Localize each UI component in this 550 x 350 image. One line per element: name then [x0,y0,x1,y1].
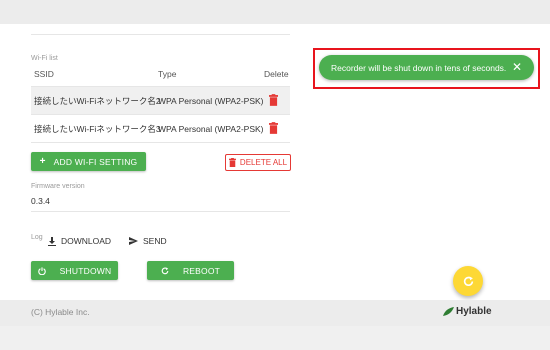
type-cell: WPA Personal (WPA2-PSK) [158,95,264,106]
add-wifi-setting-label: ADD WI-FI SETTING [53,156,138,167]
log-label: Log [31,234,43,241]
refresh-icon [463,276,473,286]
wifi-list-label: Wi-Fi list [31,55,58,62]
row-divider [31,142,290,143]
firmware-divider [31,211,290,212]
type-cell: WPA Personal (WPA2-PSK) [158,123,264,134]
trash-icon[interactable] [269,94,278,106]
download-label: DOWNLOAD [61,236,112,246]
delete-all-label: DELETE ALL [239,158,288,167]
brand-name: Hylable [456,306,492,317]
ssid-cell: 接続したいWi-Fiネットワーク名3 [34,123,161,134]
table-row: 接続したいWi-Fiネットワーク名2 WPA Personal (WPA2-PS… [31,87,290,114]
refresh-fab[interactable] [453,266,483,296]
copyright-text: (C) Hylable Inc. [31,307,90,317]
refresh-icon [161,266,169,274]
plus-icon: + [39,156,46,167]
reboot-button[interactable]: REBOOT [147,261,234,280]
column-header-ssid: SSID [34,69,54,79]
firmware-version-value: 0.3.4 [31,196,50,206]
ssid-cell: 接続したいWi-Fiネットワーク名2 [34,95,161,106]
top-divider [31,34,290,35]
trash-icon [228,158,236,167]
shutdown-label: SHUTDOWN [59,265,112,276]
delete-all-button[interactable]: DELETE ALL [225,154,291,171]
shutdown-button[interactable]: SHUTDOWN [31,261,118,280]
top-bar [0,0,550,24]
close-icon[interactable]: ✕ [512,61,522,73]
table-row: 接続したいWi-Fiネットワーク名3 WPA Personal (WPA2-PS… [31,115,290,142]
send-button[interactable]: SEND [129,236,167,246]
send-icon [129,237,138,245]
reboot-label: REBOOT [182,265,221,276]
download-button[interactable]: DOWNLOAD [48,236,111,246]
toast-message: Recorder will be shut down in tens of se… [331,62,507,73]
leaf-icon [443,307,454,316]
shutdown-toast: Recorder will be shut down in tens of se… [319,55,534,80]
trash-icon[interactable] [269,122,278,134]
column-header-delete: Delete [264,69,289,79]
download-icon [48,236,56,246]
firmware-version-label: Firmware version [31,183,85,190]
send-label: SEND [143,236,167,246]
add-wifi-setting-button[interactable]: + ADD WI-FI SETTING [31,152,146,171]
hylable-logo: Hylable [443,306,492,317]
power-icon [37,266,46,275]
column-header-type: Type [158,69,177,79]
